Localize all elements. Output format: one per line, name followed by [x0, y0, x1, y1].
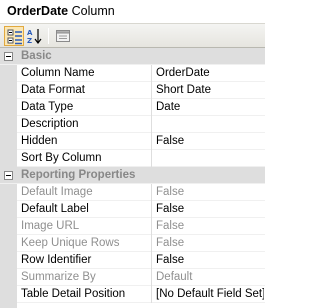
svg-text:Z: Z	[27, 37, 32, 44]
property-name: Table Detail Position	[21, 288, 126, 300]
property-row[interactable]: Default Image False	[0, 184, 265, 201]
sort-az-icon: A Z	[27, 29, 42, 44]
property-name: Default Label	[21, 203, 89, 215]
property-row[interactable]: Sort By Column	[0, 150, 265, 167]
property-pages-button[interactable]	[53, 26, 73, 46]
property-value[interactable]: Short Date	[156, 84, 264, 96]
svg-text:A: A	[27, 29, 33, 37]
property-name: Data Format	[21, 84, 85, 96]
property-row[interactable]: Description	[0, 116, 265, 133]
categorized-view-button[interactable]	[4, 26, 24, 46]
property-name: Summarize By	[21, 271, 96, 283]
property-row[interactable]: Column Name OrderDate	[0, 65, 265, 82]
property-name: Image URL	[21, 220, 80, 232]
properties-title: OrderDate Column	[0, 0, 265, 23]
property-row[interactable]: Table Detail Position [No Default Field …	[0, 286, 265, 303]
property-name: Keep Unique Rows	[21, 237, 120, 249]
property-value[interactable]: OrderDate	[156, 67, 264, 79]
collapse-icon[interactable]	[4, 171, 13, 180]
property-grid: Basic Column Name OrderDate Data Format …	[0, 48, 265, 308]
property-name: Hidden	[21, 135, 58, 147]
object-type: Column	[71, 4, 115, 18]
category-basic[interactable]: Basic	[0, 48, 265, 65]
property-name: Sort By Column	[21, 152, 102, 164]
property-value[interactable]: False	[156, 237, 264, 249]
property-pages-icon	[56, 30, 70, 42]
property-name: Column Name	[21, 67, 95, 79]
categorized-icon	[7, 29, 22, 45]
property-row[interactable]: Data Format Short Date	[0, 82, 265, 99]
properties-toolbar: A Z	[0, 23, 265, 48]
alphabetical-view-button[interactable]: A Z	[25, 26, 45, 46]
property-row[interactable]: Row Identifier False	[0, 252, 265, 269]
property-row[interactable]: Keep Unique Rows False	[0, 235, 265, 252]
property-value[interactable]: False	[156, 135, 264, 147]
property-row[interactable]: Image URL False	[0, 218, 265, 235]
property-value[interactable]: [No Default Field Set]	[156, 288, 264, 300]
property-value[interactable]: False	[156, 186, 264, 198]
property-row[interactable]: Data Type Date	[0, 99, 265, 116]
category-label: Basic	[21, 50, 52, 62]
collapse-icon[interactable]	[4, 52, 13, 61]
object-name: OrderDate	[7, 4, 69, 18]
property-name: Row Identifier	[21, 254, 92, 266]
category-label: Reporting Properties	[21, 169, 136, 181]
property-row[interactable]: Default Label False	[0, 201, 265, 218]
property-name: Default Image	[21, 186, 93, 198]
property-value[interactable]: False	[156, 203, 264, 215]
property-value[interactable]: Default	[156, 271, 264, 283]
property-row[interactable]: Hidden False	[0, 133, 265, 150]
property-name: Data Type	[21, 101, 74, 113]
property-row[interactable]: Summarize By Default	[0, 269, 265, 286]
property-value[interactable]: Date	[156, 101, 264, 113]
toolbar-separator	[48, 28, 49, 44]
property-name: Description	[21, 118, 79, 130]
property-value[interactable]: False	[156, 254, 264, 266]
category-reporting-properties[interactable]: Reporting Properties	[0, 167, 265, 184]
property-value[interactable]: False	[156, 220, 264, 232]
